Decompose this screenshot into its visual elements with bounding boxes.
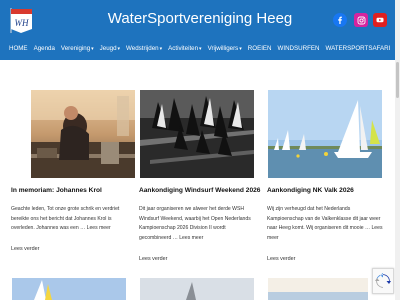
post-excerpt: Wij zijn verheugd dat het Nederlands Kam… <box>267 206 383 241</box>
post-image[interactable] <box>140 278 254 300</box>
post-image[interactable] <box>268 278 368 300</box>
site-header: WH WaterSportvereniging Heeg HOME Agenda… <box>0 0 400 60</box>
post-title[interactable]: Aankondiging Windsurf Weekend 2026 <box>139 187 260 194</box>
read-more-link[interactable]: Lees verder <box>11 246 39 252</box>
scrollbar-thumb[interactable] <box>396 62 399 98</box>
page-scrollbar[interactable] <box>395 0 400 300</box>
instagram-icon[interactable] <box>354 13 368 27</box>
youtube-icon[interactable] <box>373 13 387 27</box>
chevron-down-icon: ▾ <box>117 46 121 52</box>
post-image[interactable] <box>12 278 126 300</box>
nav-item-watersportsafari[interactable]: WATERSPORTSAFARI <box>322 43 393 55</box>
read-more-link[interactable]: Lees verder <box>139 256 167 262</box>
post-image[interactable] <box>31 90 135 178</box>
nav-item-windsurfen[interactable]: WINDSURFEN <box>275 43 323 55</box>
nav-item-activiteiten[interactable]: Activiteiten▾ <box>165 43 204 55</box>
nav-item-vereniging[interactable]: Vereniging▾ <box>58 43 97 55</box>
post-excerpt: Geachte leden, Tot onze grote schrik en … <box>11 206 120 232</box>
chevron-down-icon: ▾ <box>239 46 242 52</box>
post-image[interactable] <box>268 90 382 178</box>
read-more-link[interactable]: Lees verder <box>267 256 295 262</box>
nav-item-agenda[interactable]: Agenda <box>31 43 58 55</box>
nav-item-jeugd[interactable]: Jeugd▾ <box>97 43 123 55</box>
nav-item-home[interactable]: HOME <box>6 43 31 55</box>
nav-item-roeien[interactable]: ROEIEN <box>245 43 275 55</box>
nav-item-wedstrijden[interactable]: Wedstrijden▾ <box>123 43 165 55</box>
nav-item-vrijwilligers[interactable]: Vrijwilligers▾ <box>205 43 245 55</box>
main-navigation: HOME Agenda Vereniging▾ Jeugd▾ Wedstrijd… <box>6 43 393 55</box>
recaptcha-badge-icon[interactable] <box>372 268 394 294</box>
facebook-icon[interactable] <box>333 13 347 27</box>
post-title[interactable]: In memoriam: Johannes Krol <box>11 187 102 194</box>
chevron-down-icon: ▾ <box>159 46 163 52</box>
post-title[interactable]: Aankondiging NK Valk 2026 <box>267 187 354 194</box>
post-excerpt: Dit jaar organiseren we alweer het derde… <box>139 206 251 241</box>
post-image[interactable] <box>140 90 254 178</box>
chevron-down-icon: ▾ <box>91 46 94 52</box>
chevron-down-icon: ▾ <box>199 46 202 52</box>
